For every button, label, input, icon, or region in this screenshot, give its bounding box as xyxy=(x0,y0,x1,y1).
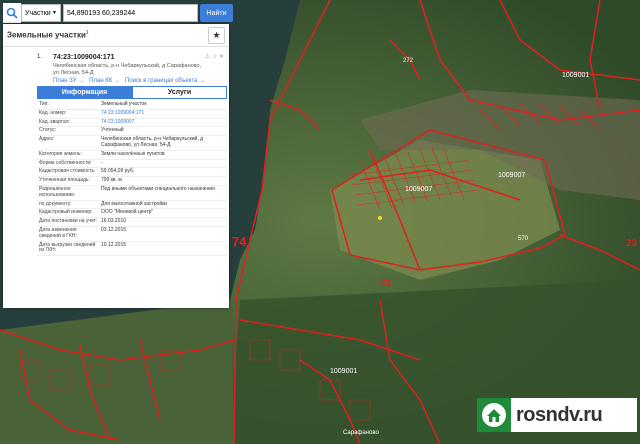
info-row-key: Кад. номер: xyxy=(39,109,67,116)
info-row-value: Челябинская область, р-н Чебаркульский, … xyxy=(101,136,204,148)
info-row: Уточненная площадь: 799 кв. м xyxy=(37,177,227,186)
map-label-quarter-3: 1009007 xyxy=(498,172,526,179)
plan-zu-link[interactable]: План ЗУ → xyxy=(53,78,84,84)
info-row-value: Для малоэтажной застройки xyxy=(101,200,168,207)
info-row-key: Форма собственности: xyxy=(39,159,92,166)
info-row: Дата постановки на учет: 16.03.2010 xyxy=(37,218,227,227)
info-row: Кадастровая стоимость: 59 054,09 руб. xyxy=(37,168,227,178)
result-count: 1 xyxy=(85,30,89,37)
logo-text: rosndv.ru xyxy=(516,403,603,426)
map-label-district-23b: 23 xyxy=(626,238,638,249)
info-row-key: Дата постановки на учет: xyxy=(39,218,98,225)
info-row: Дата выгрузки сведений из ГКН: 10.12.2015 xyxy=(37,242,227,257)
info-row: Адрес: Челябинская область, р-н Чебаркуль… xyxy=(37,136,227,151)
search-bar: Участки ▼ 54,890193 60,239244 Найти xyxy=(3,3,233,23)
map-label-parcel-272: 272 xyxy=(403,58,414,64)
info-row-key: Категория земель: xyxy=(39,150,82,157)
info-row-value: 16.03.2010 xyxy=(101,218,127,225)
search-icon[interactable] xyxy=(3,3,21,23)
info-row-key: Разрешенное использование: xyxy=(39,185,76,198)
info-row-value: Под иными объектами специального назначе… xyxy=(101,185,215,192)
find-button[interactable]: Найти xyxy=(200,4,233,22)
info-row-key: Адрес: xyxy=(39,136,55,143)
selected-parcel-marker xyxy=(378,216,382,220)
plan-kk-link[interactable]: План КК → xyxy=(89,78,120,84)
info-row-value: Земельный участок xyxy=(101,101,147,107)
search-bounds-link[interactable]: Поиск в границах объекта → xyxy=(125,78,205,84)
info-row-key: Тип: xyxy=(39,101,49,107)
info-row-value: 03.12.2015 xyxy=(101,226,127,233)
map-label-quarter-2: 1009007 xyxy=(405,186,433,193)
info-row-value: 799 кв. м xyxy=(101,177,122,184)
results-panel: Земельные участки1 ★ 1. 74:23:1009004:17… xyxy=(3,24,229,308)
info-row: Кадастровый инженер: ООО "Меневой центр" xyxy=(37,209,227,219)
result-address: Челябинская область, р-н Чебаркульский, … xyxy=(53,63,202,76)
info-table: Тип: Земельный участок Кад. номер: 74:23:10… xyxy=(37,101,227,257)
panel-title: Земельные участки1 xyxy=(7,30,89,40)
house-icon xyxy=(477,398,511,432)
search-query-text: 54,890193 60,239244 xyxy=(67,9,136,17)
info-row-value: ООО "Меневой центр" xyxy=(101,209,154,216)
search-type-select[interactable]: Участки ▼ xyxy=(21,4,61,22)
result-tools-icons[interactable]: ⚠ ☆ ✕ xyxy=(205,53,224,60)
info-row-value: 10.12.2015 xyxy=(101,241,127,248)
map-label-parcel-570: 570 xyxy=(518,236,529,242)
result-number: 1. xyxy=(37,54,43,60)
info-row: Статус: Учтенный xyxy=(37,127,227,137)
tab-info[interactable]: Информация xyxy=(37,86,132,99)
info-row-key: Уточненная площадь: xyxy=(39,177,90,184)
info-tabs: Информация Услуги xyxy=(37,86,227,99)
info-row-value: Земли населённых пунктов xyxy=(101,150,165,157)
info-row-value[interactable]: 74:23:1009007 xyxy=(99,119,227,127)
info-row-key: Дата изменения сведений в ГКН: xyxy=(39,226,77,239)
info-row: Форма собственности: - xyxy=(37,160,227,169)
result-cadastral-number[interactable]: 74:23:1009004:171 xyxy=(53,54,115,61)
star-icon[interactable]: ★ xyxy=(208,27,225,44)
map-label-village: Сарафаново xyxy=(343,430,379,436)
info-row-value: Учтенный xyxy=(101,127,124,134)
info-row-value[interactable]: 74:23:1009004:171 xyxy=(99,110,227,118)
info-row: Разрешенное использование: Под иными объе… xyxy=(37,186,227,201)
result-links: План ЗУ → План КК → Поиск в границах объ… xyxy=(53,78,205,84)
info-row: Кад. квартал: 74:23:1009007 xyxy=(37,119,227,128)
info-row-key: Кадастровая стоимость: xyxy=(39,168,96,175)
map-label-quarter-1: 1009001 xyxy=(562,72,590,79)
info-row-key: Кад. квартал: xyxy=(39,118,70,125)
chevron-down-icon: ▼ xyxy=(52,10,57,16)
map-label-district-74: 74 xyxy=(232,234,247,249)
search-input[interactable]: 54,890193 60,239244 xyxy=(63,4,198,22)
panel-header: Земельные участки1 ★ xyxy=(3,24,229,47)
map-label-district-23: 23 xyxy=(380,278,392,289)
info-row-key: Кадастровый инженер: xyxy=(39,209,93,216)
info-row: Дата изменения сведений в ГКН: 03.12.2015 xyxy=(37,227,227,242)
tab-services[interactable]: Услуги xyxy=(132,86,227,99)
info-row: Кад. номер: 74:23:1009004:171 xyxy=(37,110,227,119)
info-row-value: - xyxy=(101,159,103,166)
info-row: Тип: Земельный участок xyxy=(37,101,227,110)
map-label-quarter-4: 1009001 xyxy=(330,368,358,375)
info-row-key: по документу: xyxy=(39,200,72,207)
rosndv-logo[interactable]: rosndv.ru xyxy=(477,398,637,432)
info-row: Категория земель: Земли населённых пункто… xyxy=(37,151,227,160)
info-row-value: 59 054,09 руб. xyxy=(101,168,135,175)
search-type-label: Участки xyxy=(25,9,51,17)
info-row-key: Дата выгрузки сведений из ГКН: xyxy=(39,241,96,254)
info-row-key: Статус: xyxy=(39,127,57,134)
